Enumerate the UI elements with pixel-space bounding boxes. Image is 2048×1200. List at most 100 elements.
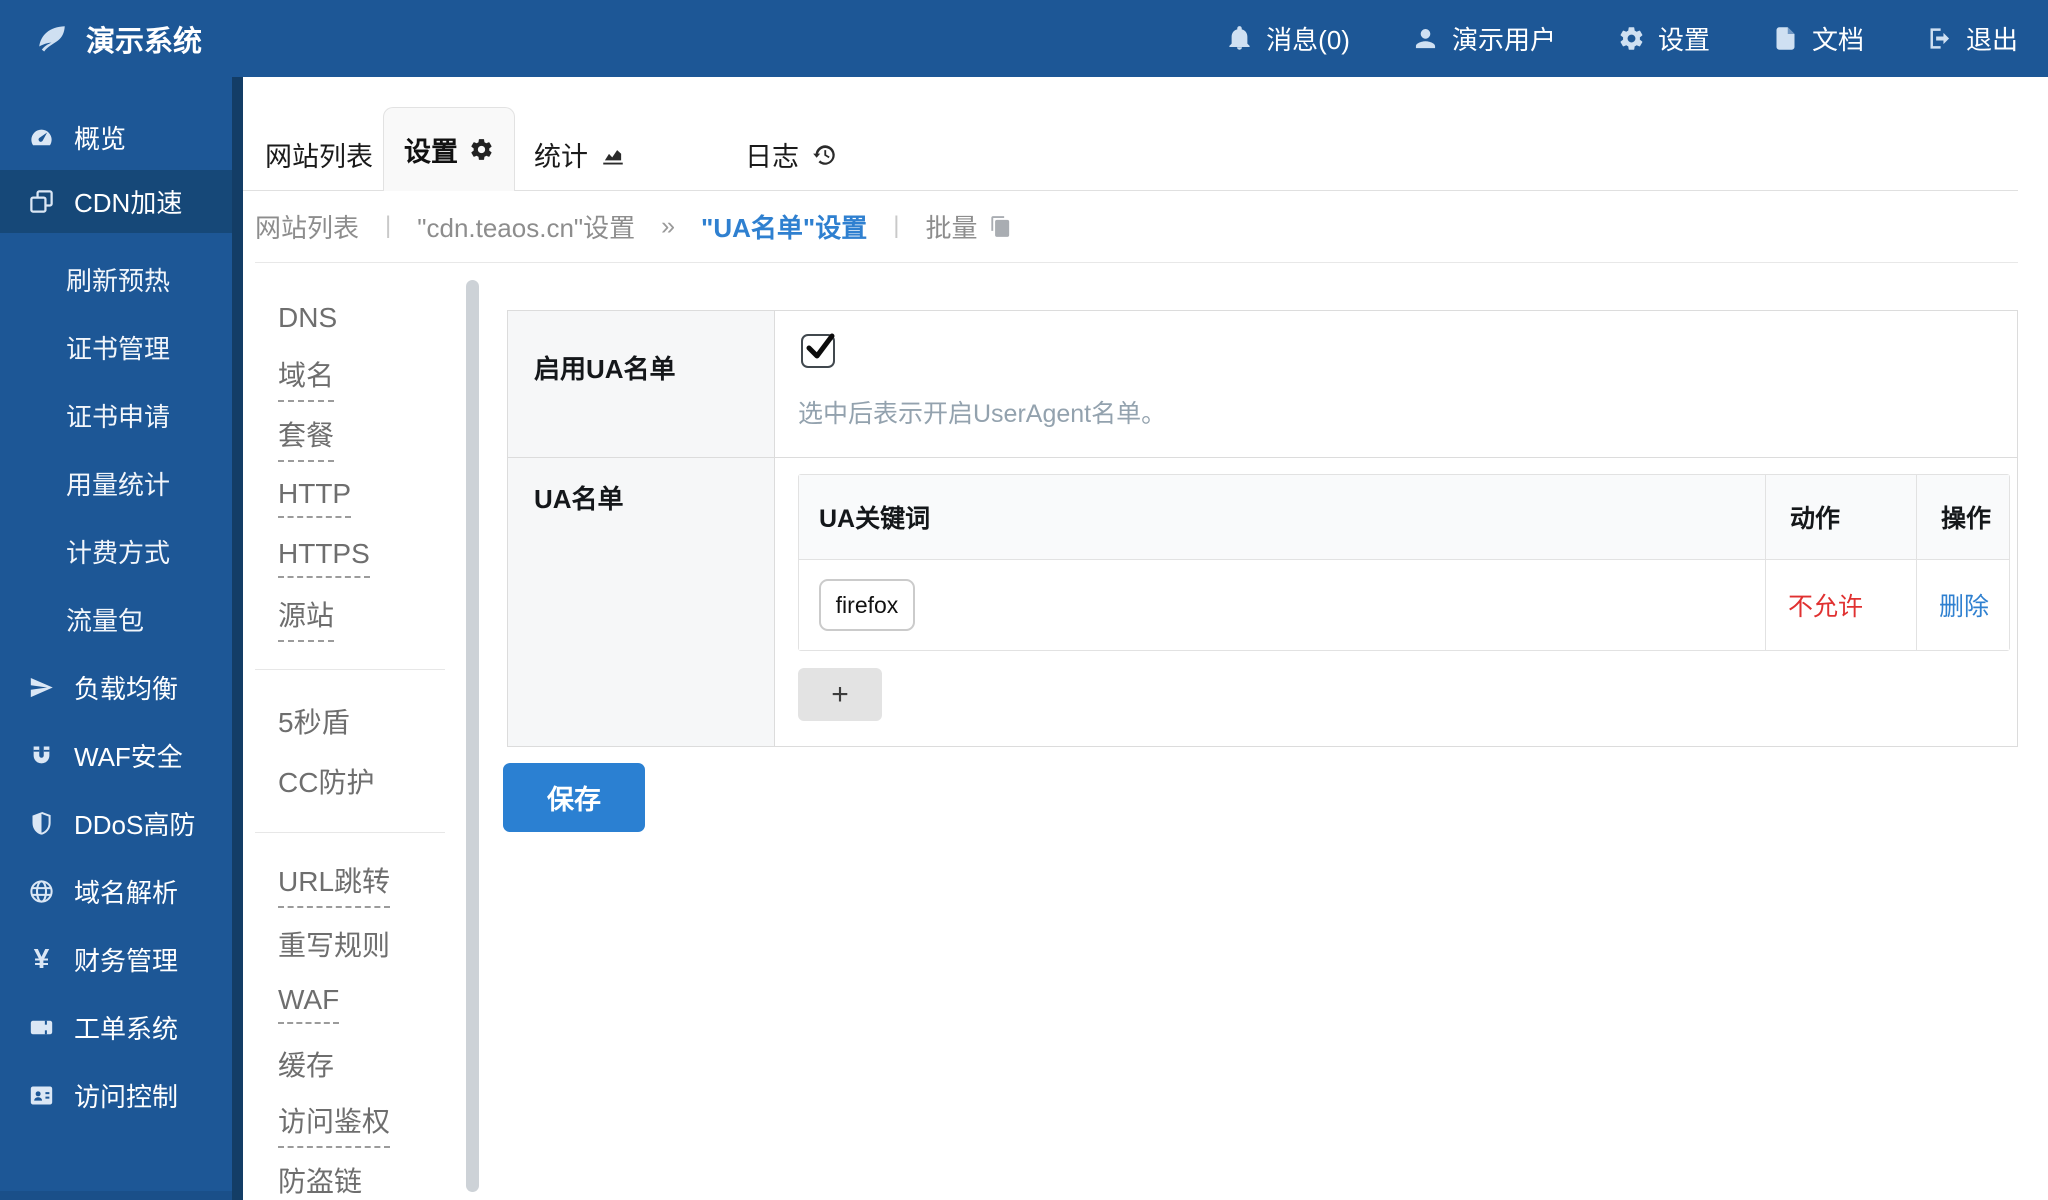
area-chart-icon bbox=[600, 142, 626, 168]
topbar: 演示系统 消息(0) 演示用户 设置 文档 退出 bbox=[0, 0, 2048, 77]
file-icon bbox=[1772, 25, 1799, 52]
breadcrumb-current[interactable]: "UA名单"设置 bbox=[701, 208, 867, 245]
logout-button[interactable]: 退出 bbox=[1926, 20, 2018, 57]
keyword-input[interactable]: firefox bbox=[819, 579, 915, 631]
settings-nav-5s-shield[interactable]: 5秒盾 bbox=[243, 691, 480, 751]
settings-nav-https[interactable]: HTTPS bbox=[243, 528, 480, 588]
sidebar-main-menu: 负载均衡 WAF安全 DDoS高防 域名解析 ¥ 财务管理 工单系统 bbox=[0, 653, 243, 1129]
paper-plane-icon bbox=[28, 674, 55, 701]
settings-nav-hotlink[interactable]: 防盗链 bbox=[243, 1154, 480, 1200]
table-row: firefox 不允许 删除 bbox=[799, 560, 2009, 650]
gauge-icon bbox=[28, 124, 55, 151]
action-cell: 不允许 bbox=[1765, 560, 1916, 650]
gear-icon bbox=[469, 137, 494, 162]
id-card-icon bbox=[28, 1082, 55, 1109]
tab-website-list[interactable]: 网站列表 bbox=[265, 135, 373, 174]
sidebar-edge bbox=[232, 77, 243, 1200]
breadcrumb-separator: | bbox=[385, 212, 391, 240]
sidebar-cdn-submenu: 刷新预热 证书管理 证书申请 用量统计 计费方式 流量包 bbox=[0, 245, 243, 653]
brand-label: 演示系统 bbox=[86, 18, 202, 60]
settings-nav-http[interactable]: HTTP bbox=[243, 468, 480, 528]
add-keyword-button[interactable]: + bbox=[798, 668, 882, 721]
gear-icon bbox=[1618, 25, 1645, 52]
sidebar-item-overview[interactable]: 概览 bbox=[0, 110, 243, 165]
breadcrumb-site-settings[interactable]: "cdn.teaos.cn"设置 bbox=[417, 208, 635, 245]
operation-cell: 删除 bbox=[1916, 560, 2009, 650]
action-deny-link[interactable]: 不允许 bbox=[1788, 587, 1863, 623]
settings-label: 设置 bbox=[1658, 20, 1710, 57]
enable-ua-checkbox[interactable] bbox=[801, 334, 835, 368]
bell-icon bbox=[1226, 25, 1253, 52]
user-icon bbox=[1412, 25, 1439, 52]
check-icon bbox=[803, 330, 837, 364]
messages-button[interactable]: 消息(0) bbox=[1226, 20, 1350, 57]
settings-nav-waf[interactable]: WAF bbox=[243, 974, 480, 1034]
settings-nav-rewrite[interactable]: 重写规则 bbox=[243, 914, 480, 974]
docs-button[interactable]: 文档 bbox=[1772, 20, 1864, 57]
ticket-icon bbox=[28, 1014, 55, 1041]
breadcrumb-website-list[interactable]: 网站列表 bbox=[255, 208, 359, 245]
sidebar-item-dns-resolve[interactable]: 域名解析 bbox=[0, 857, 243, 925]
settings-nav: DNS 域名 套餐 HTTP HTTPS 源站 5秒盾 CC防护 URL跳转 重… bbox=[243, 263, 480, 1200]
breadcrumb: 网站列表 | "cdn.teaos.cn"设置 » "UA名单"设置 | 批量 bbox=[255, 190, 2018, 263]
col-header-action: 动作 bbox=[1765, 475, 1916, 559]
page: 演示系统 消息(0) 演示用户 设置 文档 退出 bbox=[0, 0, 2048, 1200]
sidebar-item-tickets[interactable]: 工单系统 bbox=[0, 993, 243, 1061]
sidebar-item-access-control[interactable]: 访问控制 bbox=[0, 1061, 243, 1129]
sidebar-item-cert-apply[interactable]: 证书申请 bbox=[0, 381, 243, 449]
sidebar-item-billing[interactable]: 计费方式 bbox=[0, 517, 243, 585]
settings-nav-cc-protect[interactable]: CC防护 bbox=[243, 751, 480, 811]
clone-icon bbox=[28, 188, 55, 215]
messages-label: 消息(0) bbox=[1266, 20, 1350, 57]
settings-nav-cache[interactable]: 缓存 bbox=[243, 1034, 480, 1094]
sidebar-item-cert-manage[interactable]: 证书管理 bbox=[0, 313, 243, 381]
settings-button[interactable]: 设置 bbox=[1618, 20, 1710, 57]
sidebar-item-usage-stats[interactable]: 用量统计 bbox=[0, 449, 243, 517]
sidebar-item-refresh-prewarm[interactable]: 刷新预热 bbox=[0, 245, 243, 313]
history-icon bbox=[811, 142, 837, 168]
breadcrumb-arrow: » bbox=[661, 212, 675, 241]
divider bbox=[255, 832, 445, 833]
ua-settings-form: 启用UA名单 选中后表示开启UserAgent名单。 UA名单 UA关键词 动作… bbox=[507, 310, 2018, 747]
settings-nav-url-redirect[interactable]: URL跳转 bbox=[243, 854, 480, 914]
ua-keyword-table: UA关键词 动作 操作 firefox 不允许 删除 bbox=[798, 474, 2010, 651]
logout-label: 退出 bbox=[1966, 20, 2018, 57]
settings-nav-domain[interactable]: 域名 bbox=[243, 348, 480, 408]
leaf-icon bbox=[34, 21, 70, 57]
sidebar-item-ddos[interactable]: DDoS高防 bbox=[0, 789, 243, 857]
sidebar-item-cdn[interactable]: CDN加速 bbox=[0, 170, 243, 233]
settings-nav-scrollbar[interactable] bbox=[466, 280, 479, 1192]
settings-nav-dns[interactable]: DNS bbox=[243, 288, 480, 348]
tab-statistics[interactable]: 统计 bbox=[534, 135, 626, 174]
magnet-icon bbox=[28, 742, 55, 769]
brand[interactable]: 演示系统 bbox=[34, 18, 202, 60]
globe-icon bbox=[28, 878, 55, 905]
divider bbox=[508, 457, 2017, 458]
delete-link[interactable]: 删除 bbox=[1939, 587, 1989, 623]
table-header-row: UA关键词 动作 操作 bbox=[799, 475, 2009, 560]
sign-out-icon bbox=[1926, 25, 1953, 52]
sidebar-item-finance[interactable]: ¥ 财务管理 bbox=[0, 925, 243, 993]
settings-nav-auth[interactable]: 访问鉴权 bbox=[243, 1094, 480, 1154]
sidebar-item-waf[interactable]: WAF安全 bbox=[0, 721, 243, 789]
topbar-menu: 消息(0) 演示用户 设置 文档 退出 bbox=[1226, 20, 2018, 57]
settings-nav-plan[interactable]: 套餐 bbox=[243, 408, 480, 468]
sidebar-item-load-balance[interactable]: 负载均衡 bbox=[0, 653, 243, 721]
tab-bar: 网站列表 设置 统计 日志 bbox=[243, 77, 2018, 191]
save-button[interactable]: 保存 bbox=[503, 763, 645, 832]
copy-icon bbox=[988, 214, 1013, 239]
user-menu[interactable]: 演示用户 bbox=[1412, 20, 1556, 57]
settings-nav-origin[interactable]: 源站 bbox=[243, 588, 480, 648]
tab-logs[interactable]: 日志 bbox=[745, 135, 837, 174]
breadcrumb-separator: | bbox=[893, 212, 899, 240]
sidebar-item-traffic-pack[interactable]: 流量包 bbox=[0, 585, 243, 653]
col-header-keyword: UA关键词 bbox=[799, 475, 1765, 559]
keyword-cell: firefox bbox=[799, 560, 1765, 650]
sidebar: 概览 CDN加速 刷新预热 证书管理 证书申请 用量统计 计费方式 流量包 负载… bbox=[0, 77, 243, 1200]
tab-settings[interactable]: 设置 bbox=[383, 107, 515, 191]
col-header-operation: 操作 bbox=[1916, 475, 2009, 559]
sidebar-footer bbox=[0, 1191, 232, 1200]
batch-button[interactable]: 批量 bbox=[926, 208, 1013, 245]
docs-label: 文档 bbox=[1812, 20, 1864, 57]
shield-icon bbox=[28, 810, 55, 837]
